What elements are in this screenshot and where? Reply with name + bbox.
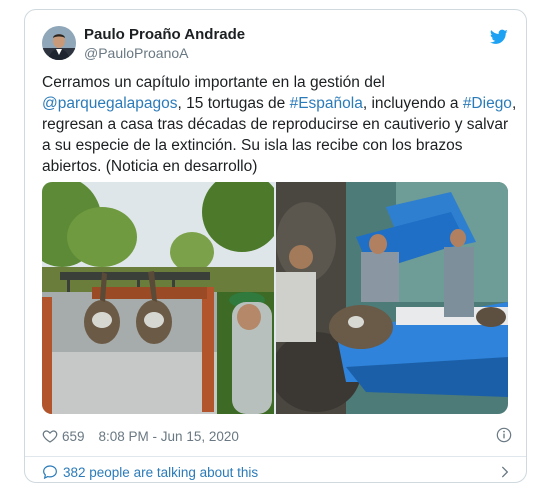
conversation-link[interactable]: 382 people are talking about this <box>42 463 512 481</box>
chevron-right-icon[interactable] <box>498 465 512 479</box>
timestamp[interactable]: 8:08 PM - Jun 15, 2020 <box>99 429 239 444</box>
author-display-name[interactable]: Paulo Proaño Andrade <box>84 26 245 43</box>
info-icon[interactable] <box>496 427 512 443</box>
conversation-count[interactable]: 382 people are talking about this <box>63 465 258 480</box>
tweet-card: Paulo Proaño Andrade @PauloProanoA Cerra… <box>24 9 527 483</box>
author-handle[interactable]: @PauloProanoA <box>84 45 189 61</box>
user-avatar-icon <box>42 26 76 60</box>
hashtag-link[interactable]: #Diego <box>463 95 512 112</box>
tweet-meta: 659 8:08 PM - Jun 15, 2020 <box>42 427 512 445</box>
avatar[interactable] <box>42 26 76 60</box>
divider <box>25 456 526 457</box>
twitter-bird-icon[interactable] <box>490 29 508 45</box>
heart-icon[interactable] <box>42 428 58 444</box>
speech-bubble-icon <box>43 465 57 480</box>
text-segment: , 15 tortugas de <box>177 95 290 112</box>
media-grid <box>42 182 508 414</box>
hashtag-link[interactable]: #Española <box>290 95 363 112</box>
tweet-text: Cerramos un capítulo importante en la ge… <box>42 72 520 177</box>
tortoise-boat-unloading-photo[interactable] <box>276 182 508 414</box>
text-segment: , incluyendo a <box>362 95 463 112</box>
like-count[interactable]: 659 <box>62 429 85 444</box>
text-segment: Cerramos un capítulo importante en la ge… <box>42 74 385 91</box>
mention-link[interactable]: @parquegalapagos <box>42 95 178 112</box>
tortoises-in-truck-photo[interactable] <box>42 182 274 414</box>
